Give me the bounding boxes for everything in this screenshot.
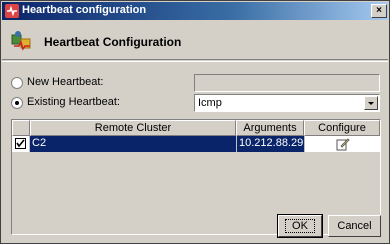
column-header-check[interactable]: [12, 120, 30, 136]
table-header: Remote Cluster Arguments Configure: [12, 120, 380, 136]
table-row[interactable]: C2 10.212.88.29: [12, 136, 380, 152]
row-check-cell: [12, 136, 30, 152]
column-header-arguments[interactable]: Arguments: [236, 120, 304, 136]
heartbeat-app-icon: [5, 4, 19, 18]
checkmark-icon: [16, 139, 25, 148]
heartbeat-config-icon: [11, 31, 31, 51]
new-heartbeat-radio[interactable]: [11, 77, 23, 89]
existing-heartbeat-label: Existing Heartbeat:: [27, 96, 120, 108]
existing-heartbeat-select[interactable]: Icmp: [194, 94, 380, 112]
heartbeat-dialog: Heartbeat configuration × Heartbeat Conf…: [0, 0, 390, 244]
chevron-down-icon[interactable]: [364, 96, 378, 110]
row-arguments-cell[interactable]: 10.212.88.29: [236, 136, 304, 152]
header-divider: [2, 61, 388, 62]
new-heartbeat-label: New Heartbeat:: [27, 76, 104, 88]
header-title: Heartbeat Configuration: [44, 35, 182, 49]
existing-heartbeat-value: Icmp: [198, 97, 222, 109]
row-configure-cell[interactable]: [304, 136, 380, 152]
edit-icon[interactable]: [336, 137, 350, 151]
title-bar[interactable]: Heartbeat configuration ×: [2, 2, 388, 20]
cancel-button[interactable]: Cancel: [328, 215, 381, 237]
new-heartbeat-field: [194, 74, 380, 92]
window-title: Heartbeat configuration: [22, 4, 147, 16]
dialog-header: Heartbeat Configuration: [2, 20, 388, 60]
row-checkbox[interactable]: [15, 138, 26, 149]
row-cluster-cell[interactable]: C2: [30, 136, 236, 152]
heartbeat-table: Remote Cluster Arguments Configure C2 10…: [11, 119, 381, 235]
ok-button[interactable]: OK: [277, 214, 323, 238]
existing-heartbeat-radio[interactable]: [11, 97, 23, 109]
column-header-configure[interactable]: Configure: [304, 120, 380, 136]
radio-selected-dot: [15, 101, 19, 105]
close-button[interactable]: ×: [371, 4, 387, 18]
ok-button-label: OK: [285, 219, 315, 233]
column-header-remote-cluster[interactable]: Remote Cluster: [30, 120, 236, 136]
table-empty-area: [12, 152, 380, 234]
